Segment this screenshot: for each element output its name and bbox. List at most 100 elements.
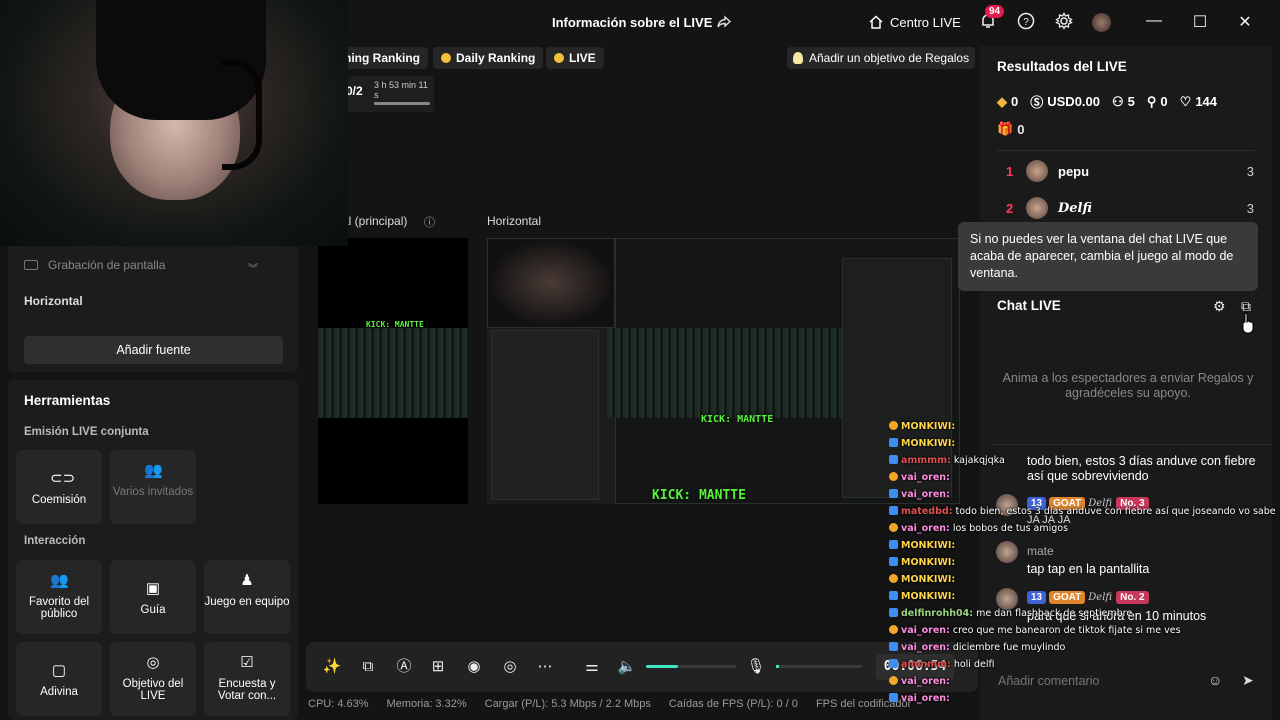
ranking-fraction: 0/2 xyxy=(346,84,363,98)
overlay-chat-line: MONKIWI: xyxy=(889,540,955,551)
overlay-chat-user: vai_oren: xyxy=(901,693,950,704)
preview-content xyxy=(318,328,468,418)
overlay-chat-line: MONKIWI: xyxy=(889,421,955,432)
fav-audience-button[interactable]: 👥 Favorito del público xyxy=(16,560,102,634)
multi-guest-button[interactable]: 👥 Varios invitados xyxy=(110,450,196,524)
divider xyxy=(990,444,1272,445)
screen-share-icon[interactable]: ⧉ xyxy=(358,657,378,677)
overlay-chat-line: vai_oren: diciembre fue muylindo xyxy=(889,642,1065,653)
coin-icon xyxy=(554,53,564,63)
team-game-button[interactable]: ♟ Juego en equipo xyxy=(204,560,290,634)
target-icon: ◎ xyxy=(146,654,160,671)
overlay-chat-user: vai_oren: xyxy=(901,472,950,483)
cohost-button[interactable]: ⊂⊃ Coemisión xyxy=(16,450,102,524)
overlay-chat-line: ammmm: kajakqjqka xyxy=(889,455,1005,466)
send-icon[interactable]: ➤ xyxy=(1242,672,1254,689)
rank-position: 1 xyxy=(1006,163,1014,179)
centro-live-button[interactable]: Centro LIVE xyxy=(868,14,961,30)
chat-empty-hint: Anima a los espectadores a enviar Regalo… xyxy=(1002,371,1254,400)
microphone-icon[interactable]: 🎙 xyxy=(746,657,766,677)
gift-goal-button[interactable]: Añadir un objetivo de Regalos xyxy=(787,47,976,69)
chat-user: mate xyxy=(1027,544,1054,558)
chat-settings-icon[interactable]: ⚙ xyxy=(1213,298,1226,315)
mouse-cursor xyxy=(1242,312,1254,334)
overlay-chat-user: MONKIWI: xyxy=(901,438,956,449)
settings-icon[interactable] xyxy=(1054,12,1074,32)
live-info-title[interactable]: Información sobre el LIVE xyxy=(552,15,712,30)
tiktok-live-studio: Información sobre el LIVE Centro LIVE 94… xyxy=(0,0,1280,720)
target-icon[interactable]: ◎ xyxy=(500,657,520,677)
memory-stat: Memoria: 3.32% xyxy=(386,698,467,710)
goat-badge: GOAT xyxy=(1049,591,1086,604)
link-icon: ⊂⊃ xyxy=(50,470,76,487)
overlay-chat-line: MONKIWI: xyxy=(889,591,955,602)
horizontal-layout-label: Horizontal xyxy=(487,214,542,228)
badge-icon xyxy=(889,591,898,600)
live-chip[interactable]: LIVE xyxy=(546,47,604,69)
info-icon[interactable]: ⓘ xyxy=(424,214,435,230)
ranking-row-2[interactable]: 2 Delfi 3 xyxy=(1006,197,1254,219)
minimize-icon[interactable]: — xyxy=(1144,12,1164,30)
fps-drop-stat: Caídas de FPS (P/L): 0 / 0 xyxy=(668,698,798,710)
add-source-button[interactable]: Añadir fuente xyxy=(24,336,283,364)
vertical-preview[interactable]: KICK: MANTTE xyxy=(318,238,468,504)
ai-icon[interactable]: Ⓐ xyxy=(394,657,414,677)
poll-icon: ☑ xyxy=(240,654,254,671)
badge-icon xyxy=(889,438,898,447)
grid-plus-icon[interactable]: ⊞ xyxy=(428,657,448,677)
volume-slider[interactable] xyxy=(646,665,736,668)
gift-goal-label: Añadir un objetivo de Regalos xyxy=(809,51,970,65)
ranking-chip[interactable]: ning Ranking xyxy=(338,47,428,69)
chat-comment-input[interactable] xyxy=(990,668,1230,694)
maximize-icon[interactable]: ☐ xyxy=(1190,12,1210,32)
badge-icon xyxy=(889,676,898,685)
overlay-chat-user: delfinrohh04: xyxy=(901,608,974,619)
diamond-icon: ◆ xyxy=(997,93,1007,109)
overlay-chat-user: vai_oren: xyxy=(901,676,950,687)
close-icon[interactable]: ✕ xyxy=(1235,12,1255,32)
webcam-overlay xyxy=(0,0,348,246)
badge-icon xyxy=(889,608,898,617)
chat-message-badges: 13 GOAT Delfi No. 2 xyxy=(1027,591,1152,604)
chevron-down-icon[interactable]: ︾ xyxy=(248,260,258,275)
help-icon[interactable]: ? xyxy=(1016,12,1036,32)
speaker-icon[interactable]: 🔈 xyxy=(617,657,637,677)
live-goal-button[interactable]: ◎ Objetivo del LIVE xyxy=(110,642,196,716)
poll-button[interactable]: ☑ Encuesta y Votar con... xyxy=(204,642,290,716)
overlay-chat-line: delfinrohh04: me dan flashback de septie… xyxy=(889,608,1132,619)
diamond-stat: ◆ 0 xyxy=(997,93,1019,110)
mic-level-slider[interactable] xyxy=(776,665,862,668)
ranking-progress xyxy=(374,102,430,105)
overlay-chat-text: holi delfi xyxy=(950,659,995,670)
badge-icon xyxy=(889,659,898,668)
horizontal-section-label: Horizontal xyxy=(24,294,83,308)
sliders-icon[interactable]: ⚌ xyxy=(582,657,602,677)
daily-ranking-chip[interactable]: Daily Ranking xyxy=(433,47,544,69)
upload-stat: Cargar (P/L): 5.3 Mbps / 2.2 Mbps xyxy=(484,698,651,710)
coin-icon xyxy=(441,53,451,63)
cohost-label: Coemisión xyxy=(31,494,87,506)
guess-button[interactable]: ▢ Adivina xyxy=(16,642,102,716)
user-avatar[interactable] xyxy=(1092,13,1111,32)
multi-guest-label: Varios invitados xyxy=(112,486,194,498)
avatar xyxy=(1026,197,1048,219)
more-icon[interactable]: ⋯ xyxy=(535,657,555,677)
magic-wand-icon[interactable]: ✨ xyxy=(322,657,342,677)
overlay-chat-line: vai_oren: xyxy=(889,693,950,704)
overlay-chat-line: vai_oren: xyxy=(889,489,950,500)
emoji-icon[interactable]: ☺ xyxy=(1208,672,1222,688)
overlay-chat-user: MONKIWI: xyxy=(901,421,956,432)
overlay-chat-line: MONKIWI: xyxy=(889,557,955,568)
preview-noise xyxy=(607,328,857,418)
share-icon[interactable] xyxy=(716,14,732,30)
guide-button[interactable]: ▣ Guía xyxy=(110,560,196,634)
usd-stat: Ⓢ USD0.00 xyxy=(1030,94,1100,110)
lightbulb-icon xyxy=(793,52,803,64)
preview-nested-panel xyxy=(491,330,599,500)
live-goal-label: Objetivo del LIVE xyxy=(122,678,184,702)
record-icon[interactable]: ◉ xyxy=(464,657,484,677)
ranking-row-1[interactable]: 1 pepu 3 xyxy=(1006,160,1254,182)
overlay-chat-text: los bobos de tus amigos xyxy=(949,523,1069,534)
source-item-screen[interactable]: Grabación de pantalla xyxy=(24,258,165,272)
rank-position: 2 xyxy=(1006,200,1014,216)
